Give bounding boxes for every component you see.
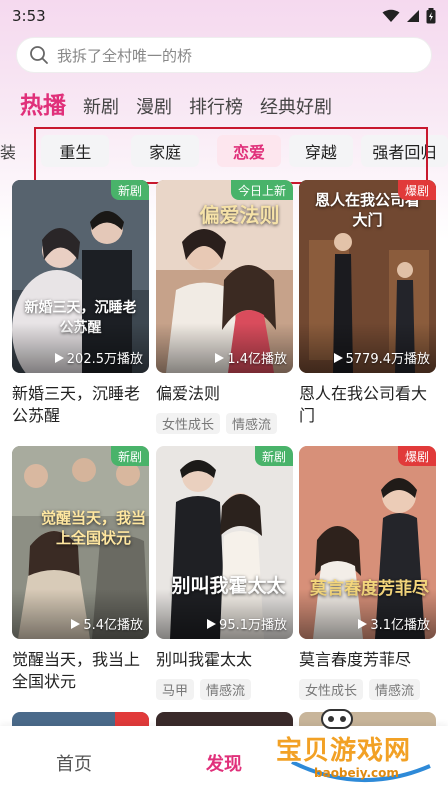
drama-badge: 今日上新 xyxy=(230,180,293,200)
drama-title[interactable]: 觉醒当天，我当上全国状元 xyxy=(12,649,149,693)
status-icons xyxy=(382,8,436,24)
tab-hot[interactable]: 热播 xyxy=(20,86,66,120)
watermark-url: baobeiy.com xyxy=(314,766,399,780)
search-placeholder: 我拆了全村唯一的桥 xyxy=(57,46,193,65)
drama-poster-partial[interactable] xyxy=(12,712,149,726)
drama-poster[interactable]: 别叫我霍太太 新剧 95.1万播放 xyxy=(156,446,293,639)
category-chip-cut[interactable]: 装 xyxy=(0,139,15,163)
drama-badge: 新剧 xyxy=(110,446,149,466)
play-count: 3.1亿播放 xyxy=(358,614,430,633)
play-icon xyxy=(333,352,343,363)
drama-poster[interactable]: 莫言春度芳菲尽 爆剧 3.1亿播放 xyxy=(299,446,436,639)
drama-tags: 女性成长 情感流 xyxy=(299,679,436,700)
drama-badge: 新剧 xyxy=(110,180,149,200)
search-bar[interactable]: 我拆了全村唯一的桥 xyxy=(16,37,432,73)
nav-discover[interactable]: 发现 xyxy=(206,750,242,776)
drama-title[interactable]: 偏爱法则 xyxy=(156,383,293,405)
play-count: 202.5万播放 xyxy=(54,348,143,367)
drama-card[interactable]: 新婚三天，沉睡老公苏醒 新剧 202.5万播放 新婚三天，沉睡老公苏醒 xyxy=(12,180,149,427)
drama-badge: 新剧 xyxy=(254,446,293,466)
drama-card[interactable]: 别叫我霍太太 新剧 95.1万播放 别叫我霍太太 马甲 情感流 xyxy=(156,446,293,700)
poster-title: 觉醒当天，我当上全国状元 xyxy=(40,509,146,547)
drama-tags: 女性成长 情感流 xyxy=(156,413,293,434)
wifi-icon xyxy=(382,9,400,22)
play-icon xyxy=(54,352,64,363)
play-icon xyxy=(358,618,368,629)
search-icon xyxy=(30,46,48,64)
main-tabs: 热播 新剧 漫剧 排行榜 经典好剧 xyxy=(20,86,332,120)
tab-new[interactable]: 新剧 xyxy=(83,93,119,119)
play-icon xyxy=(207,618,217,629)
drama-tags: 马甲 情感流 xyxy=(156,679,293,700)
drama-title[interactable]: 别叫我霍太太 xyxy=(156,649,293,671)
play-count-text: 5779.4万播放 xyxy=(345,352,431,367)
watermark-text: 宝贝游戏网 xyxy=(276,736,412,766)
play-count: 5779.4万播放 xyxy=(333,348,431,367)
drama-title[interactable]: 恩人在我公司看大门 xyxy=(299,383,436,427)
battery-icon xyxy=(426,8,436,24)
drama-tag[interactable]: 马甲 xyxy=(156,679,195,700)
nav-home[interactable]: 首页 xyxy=(56,750,92,776)
signal-icon xyxy=(407,10,419,22)
drama-tag[interactable]: 女性成长 xyxy=(299,679,364,700)
drama-tag[interactable]: 情感流 xyxy=(369,679,421,700)
tab-classic[interactable]: 经典好剧 xyxy=(260,93,332,119)
drama-title[interactable]: 莫言春度芳菲尽 xyxy=(299,649,436,671)
status-time: 3:53 xyxy=(12,7,46,25)
play-count: 95.1万播放 xyxy=(207,614,287,633)
tab-ranking[interactable]: 排行榜 xyxy=(189,93,243,119)
play-icon xyxy=(215,352,225,363)
play-count-text: 5.4亿播放 xyxy=(83,618,143,633)
drama-poster[interactable]: 觉醒当天，我当上全国状元 新剧 5.4亿播放 xyxy=(12,446,149,639)
drama-tag[interactable]: 女性成长 xyxy=(156,413,221,434)
play-count-text: 1.4亿播放 xyxy=(227,352,287,367)
drama-tag[interactable]: 情感流 xyxy=(226,413,278,434)
drama-poster[interactable]: 偏爱法则 今日上新 1.4亿播放 xyxy=(156,180,293,373)
tab-comic[interactable]: 漫剧 xyxy=(136,93,172,119)
poster-title: 偏爱法则 xyxy=(199,203,280,227)
play-count: 5.4亿播放 xyxy=(71,614,143,633)
play-count-text: 202.5万播放 xyxy=(66,352,143,367)
drama-title[interactable]: 新婚三天，沉睡老公苏醒 xyxy=(12,383,149,427)
drama-card[interactable]: 恩人在我公司看大门 爆剧 5779.4万播放 恩人在我公司看大门 xyxy=(299,180,436,427)
status-bar: 3:53 xyxy=(0,0,448,32)
play-count: 1.4亿播放 xyxy=(215,348,287,367)
play-count-text: 95.1万播放 xyxy=(219,618,287,633)
drama-badge: 爆剧 xyxy=(397,180,436,200)
drama-card[interactable]: 觉醒当天，我当上全国状元 新剧 5.4亿播放 觉醒当天，我当上全国状元 xyxy=(12,446,149,693)
drama-card[interactable]: 偏爱法则 今日上新 1.4亿播放 偏爱法则 女性成长 情感流 xyxy=(156,180,293,434)
watermark-logo: 宝贝游戏网 baobeiy.com xyxy=(270,704,448,796)
drama-badge: 爆剧 xyxy=(397,446,436,466)
highlight-annotation-box xyxy=(34,127,428,184)
play-count-text: 3.1亿播放 xyxy=(370,618,430,633)
drama-badge-partial xyxy=(115,712,149,726)
drama-poster[interactable]: 恩人在我公司看大门 爆剧 5779.4万播放 xyxy=(299,180,436,373)
drama-tag[interactable]: 情感流 xyxy=(200,679,252,700)
play-icon xyxy=(71,618,81,629)
drama-poster[interactable]: 新婚三天，沉睡老公苏醒 新剧 202.5万播放 xyxy=(12,180,149,373)
drama-card[interactable]: 莫言春度芳菲尽 爆剧 3.1亿播放 莫言春度芳菲尽 女性成长 情感流 xyxy=(299,446,436,700)
